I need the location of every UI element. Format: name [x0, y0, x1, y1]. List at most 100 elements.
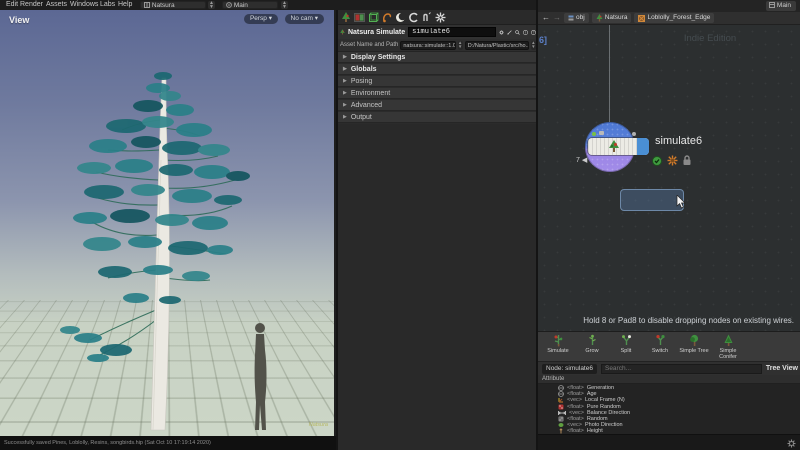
node-input-count: 7 ◀	[576, 157, 588, 164]
switch-tool-icon	[655, 335, 665, 345]
node-label: simulate6	[655, 135, 703, 147]
gray-dice-icon	[558, 416, 564, 422]
balance-icon	[558, 410, 566, 415]
leaf-icon	[558, 423, 564, 428]
simulate-tool-icon	[554, 335, 562, 347]
hook-icon[interactable]	[382, 12, 392, 23]
svg-text:?: ?	[533, 30, 535, 34]
natsura-tree-icon	[596, 14, 603, 22]
wire-cube-icon[interactable]	[368, 12, 379, 23]
info-icon[interactable]: i	[523, 28, 529, 37]
breadcrumb-loblolly-forest-edge[interactable]: Loblolly_Forest_Edge	[634, 13, 715, 23]
red-dice-icon	[558, 404, 564, 410]
grow-tool-icon	[588, 334, 596, 345]
section-posing[interactable]: ▶ Posing	[338, 76, 538, 87]
menu-edit[interactable]: Edit	[6, 0, 18, 10]
display-flag-icon[interactable]	[652, 156, 662, 166]
image-icon[interactable]	[354, 12, 365, 22]
node-flag-green-dot[interactable]	[592, 132, 596, 136]
globe-icon	[558, 391, 564, 398]
drop-target-highlight[interactable]	[620, 189, 684, 211]
parameter-header: Natsura Simulate i ?	[338, 25, 538, 39]
obj-icon	[568, 15, 574, 21]
human-scale-figure	[254, 323, 267, 430]
parameter-panel: Natsura Simulate i ? Asset Name and Path…	[336, 10, 538, 450]
viewport-label: View	[9, 15, 30, 25]
asset-path-dropdown[interactable]: D:/Natura/Plastic/src/ho...	[464, 40, 529, 50]
moon-icon[interactable]	[395, 12, 406, 23]
desktop-combo-spinner[interactable]: ▲ ▼	[208, 1, 215, 10]
section-globals[interactable]: ▶ Globals	[338, 64, 538, 75]
recook-icon[interactable]	[409, 12, 419, 23]
attribute-search-input[interactable]	[600, 363, 762, 374]
section-environment[interactable]: ▶ Environment	[338, 88, 538, 99]
section-output[interactable]: ▶ Output	[338, 112, 538, 123]
pane-icon	[769, 2, 776, 8]
asset-name-path-row: Asset Name and Path natsura::simulate::1…	[338, 39, 538, 52]
tree-icon[interactable]	[341, 11, 351, 23]
breadcrumb-natsura[interactable]: Natsura	[591, 13, 632, 23]
tool-simple-tree[interactable]: Simple Tree	[678, 334, 710, 354]
globe-icon	[558, 385, 564, 391]
node-simulate6[interactable]	[588, 138, 649, 155]
node-type-tree-icon	[340, 29, 345, 35]
panel-title: Natsura Simulate	[347, 28, 406, 36]
magnifier-icon[interactable]	[515, 28, 520, 37]
node-output-cap	[637, 138, 649, 155]
section-display-settings[interactable]: ▶ Display Settings	[338, 52, 538, 63]
persp-menu[interactable]: Persp ▾	[243, 14, 278, 24]
pane-tab-main[interactable]: Main	[766, 1, 796, 11]
node-name-field[interactable]	[408, 27, 497, 37]
status-message: Successfully saved Pines, Loblolly, Resi…	[4, 440, 211, 446]
asset-name-spinner[interactable]: ▲ ▼	[457, 40, 463, 50]
back-arrow-icon[interactable]: ←	[542, 12, 550, 24]
layout-combo[interactable]: Main	[222, 1, 278, 9]
tab-tools-shelf: Simulate Grow Split Switch Simple Tree S…	[538, 331, 800, 361]
viewport-watermark: Natsura	[308, 422, 328, 428]
tool-grow[interactable]: Grow	[576, 334, 608, 354]
axes-icon	[558, 398, 563, 403]
badge-burst-icon[interactable]	[667, 155, 678, 166]
gear-icon[interactable]	[499, 28, 504, 37]
section-advanced[interactable]: ▶ Advanced	[338, 100, 538, 111]
attribute-list-header: Attribute	[538, 375, 800, 384]
node-flag-gray-tab[interactable]	[599, 131, 604, 135]
tool-simple-conifer[interactable]: Simple Conifer	[712, 334, 744, 361]
layout-icon	[226, 2, 232, 8]
node-wire[interactable]	[609, 25, 610, 122]
layout-combo-spinner[interactable]: ▲ ▼	[281, 1, 288, 10]
notes-icon[interactable]	[422, 11, 432, 23]
crate-icon	[638, 14, 646, 22]
attribute-list: <float> Generation <float> Age <vec> Loc…	[538, 384, 800, 434]
network-breadcrumb: ← → obj Natsura Loblolly_Forest_Edge	[538, 12, 800, 25]
forward-arrow-icon[interactable]: →	[553, 12, 561, 24]
network-canvas[interactable]: 6] Indie Edition simulate6 7 ◀ Hold 8 or…	[538, 25, 800, 331]
clipped-node-badge: 6]	[539, 35, 548, 45]
menu-help[interactable]: Help	[118, 0, 132, 10]
camera-menu[interactable]: No cam ▾	[284, 14, 324, 24]
breadcrumb-obj[interactable]: obj	[564, 13, 589, 23]
node-input-dot[interactable]	[632, 132, 636, 136]
network-editor-panel: Main ← → obj Natsura Loblolly_Forest_Edg…	[536, 0, 800, 450]
tree-render	[60, 72, 267, 431]
slider-icon[interactable]	[507, 28, 512, 37]
desktop-icon	[144, 2, 150, 8]
svg-text:i: i	[525, 30, 526, 34]
scene-viewport[interactable]: View Persp ▾ No cam ▾ Natsura	[0, 10, 334, 436]
desktop-combo[interactable]: Natsura	[140, 1, 206, 9]
lock-icon[interactable]	[682, 155, 692, 166]
tree-view-button[interactable]: Tree View	[766, 365, 798, 372]
burst-icon[interactable]	[435, 12, 446, 23]
tool-split[interactable]: Split	[610, 334, 642, 354]
settings-gear-icon[interactable]	[787, 439, 796, 448]
menu-assets[interactable]: Assets	[46, 0, 67, 10]
tool-switch[interactable]: Switch	[644, 334, 676, 354]
node-tree-icon	[609, 140, 619, 152]
tool-simulate[interactable]: Simulate	[542, 334, 574, 354]
asset-name-dropdown[interactable]: natsura::simulate::1.0	[400, 40, 456, 50]
node-info-chip[interactable]: Node: simulate6	[542, 363, 597, 374]
menu-render[interactable]: Render	[20, 0, 43, 10]
menu-labs[interactable]: Labs	[100, 0, 115, 10]
menu-windows[interactable]: Windows	[70, 0, 98, 10]
application-window: Edit Render Assets Windows Labs Help Nat…	[0, 0, 800, 450]
